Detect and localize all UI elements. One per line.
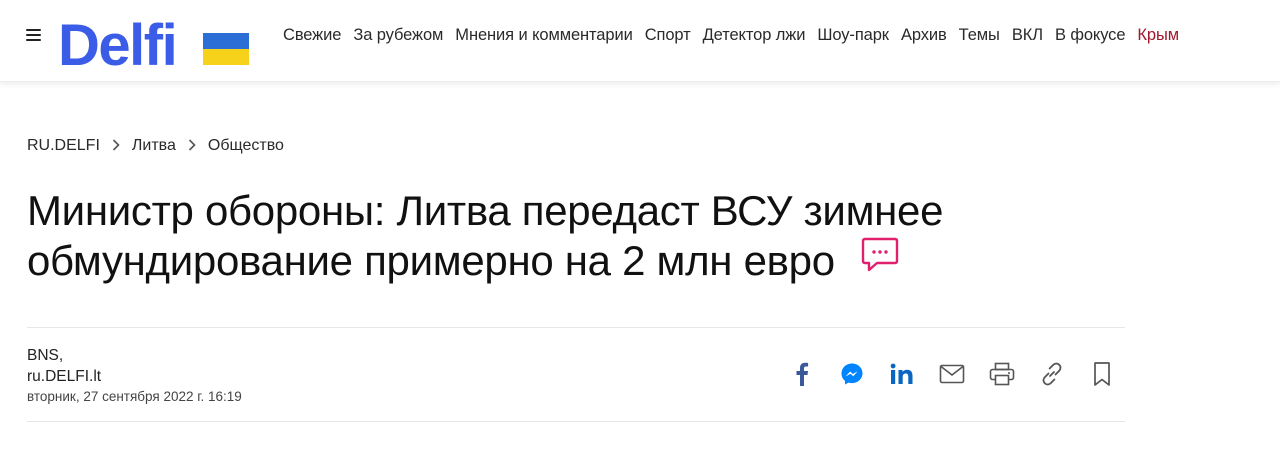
- bookmark-icon[interactable]: [1088, 360, 1116, 388]
- breadcrumb-item-society[interactable]: Общество: [208, 137, 284, 155]
- author-site[interactable]: ru.DELFI.lt: [27, 366, 101, 387]
- author-source[interactable]: BNS,: [27, 345, 101, 366]
- share-bar: [788, 360, 1116, 388]
- article-title: Министр обороны: Литва передаст ВСУ зимн…: [27, 186, 1107, 289]
- facebook-icon[interactable]: [788, 360, 816, 388]
- nav-item-topics[interactable]: Темы: [959, 26, 1000, 45]
- nav-item-lie-detector[interactable]: Детектор лжи: [703, 26, 806, 45]
- article-author: BNS, ru.DELFI.lt: [27, 345, 101, 387]
- print-icon[interactable]: [988, 360, 1016, 388]
- nav-item-crimea[interactable]: Крым: [1137, 26, 1179, 45]
- nav-item-showpark[interactable]: Шоу-парк: [817, 26, 889, 45]
- breadcrumb-item-lithuania[interactable]: Литва: [132, 137, 176, 155]
- nav-item-fresh[interactable]: Свежие: [283, 26, 341, 45]
- messenger-icon[interactable]: [838, 360, 866, 388]
- breadcrumb: RU.DELFI Литва Общество: [27, 137, 284, 155]
- main-nav: Свежие За рубежом Мнения и комментарии С…: [283, 22, 1179, 48]
- top-header: Delfi Свежие За рубежом Мнения и коммент…: [0, 0, 1280, 82]
- publish-date: вторник, 27 сентября 2022 г. 16:19: [27, 389, 242, 404]
- delfi-logo[interactable]: Delfi: [58, 13, 253, 69]
- email-icon[interactable]: [938, 360, 966, 388]
- nav-item-vkl[interactable]: ВКЛ: [1012, 26, 1043, 45]
- menu-icon[interactable]: [26, 29, 41, 41]
- chevron-right-icon: [188, 138, 196, 155]
- svg-text:Delfi: Delfi: [58, 13, 176, 69]
- divider: [27, 327, 1125, 328]
- chevron-right-icon: [112, 138, 120, 155]
- article-title-line-2: обмундирование примерно на 2 млн евро: [27, 237, 835, 284]
- breadcrumb-item-home[interactable]: RU.DELFI: [27, 137, 100, 155]
- comments-icon[interactable]: [860, 235, 900, 285]
- article-title-line-1: Министр обороны: Литва передаст ВСУ зимн…: [27, 187, 944, 234]
- link-icon[interactable]: [1038, 360, 1066, 388]
- nav-item-opinions[interactable]: Мнения и комментарии: [455, 26, 633, 45]
- nav-item-abroad[interactable]: За рубежом: [353, 26, 443, 45]
- nav-item-archive[interactable]: Архив: [901, 26, 947, 45]
- divider: [27, 421, 1125, 422]
- nav-item-in-focus[interactable]: В фокусе: [1055, 26, 1126, 45]
- linkedin-icon[interactable]: [888, 360, 916, 388]
- nav-item-sport[interactable]: Спорт: [645, 26, 691, 45]
